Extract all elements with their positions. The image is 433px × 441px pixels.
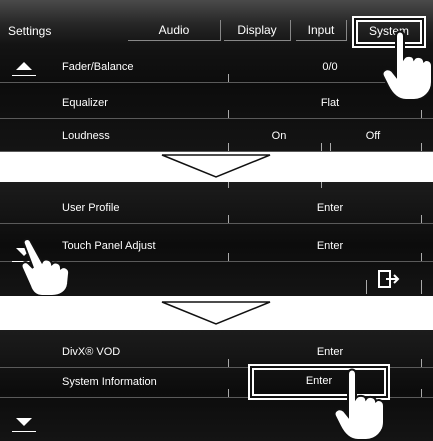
settings-title: Settings xyxy=(8,24,52,38)
tab-display[interactable]: Display xyxy=(224,20,291,41)
system-information-label: System Information xyxy=(62,376,157,388)
down-arrow-outline-icon xyxy=(161,301,271,325)
settings-panel-user-touch: User Profile Enter Touch Panel Adjust En… xyxy=(0,182,433,296)
row-divider xyxy=(421,359,422,367)
divx-vod-row[interactable]: DivX® VOD Enter xyxy=(0,338,433,368)
row-divider xyxy=(321,182,322,188)
row-divider xyxy=(228,215,229,223)
row-divider xyxy=(421,280,422,294)
row-divider xyxy=(228,74,229,82)
down-arrow-outline-icon xyxy=(161,154,271,178)
tab-bar: Settings Audio Display Input System xyxy=(0,0,433,44)
loudness-off-button[interactable]: Off xyxy=(328,130,418,142)
fader-balance-row[interactable]: Fader/Balance 0/0 xyxy=(0,53,433,83)
divx-vod-label: DivX® VOD xyxy=(62,346,121,358)
equalizer-row[interactable]: Equalizer Flat xyxy=(0,89,433,119)
touch-panel-adjust-enter-button[interactable]: Enter xyxy=(240,240,420,252)
row-divider xyxy=(228,359,229,367)
row-divider xyxy=(228,143,229,151)
user-profile-row[interactable]: User Profile Enter xyxy=(0,194,433,224)
row-divider xyxy=(421,215,422,223)
row-divider xyxy=(366,280,367,294)
row-divider xyxy=(228,182,229,188)
loudness-on-button[interactable]: On xyxy=(234,130,324,142)
row-divider xyxy=(421,110,422,118)
row-divider xyxy=(421,143,422,151)
tab-input-label: Input xyxy=(307,23,335,37)
pointing-hand-icon xyxy=(20,238,71,296)
user-profile-enter-button[interactable]: Enter xyxy=(240,202,420,214)
triangle-down-icon xyxy=(16,418,32,426)
row-divider xyxy=(330,143,331,151)
tab-audio[interactable]: Audio xyxy=(128,20,221,41)
row-divider xyxy=(321,143,322,151)
row-divider xyxy=(228,110,229,118)
fader-balance-label: Fader/Balance xyxy=(62,61,134,73)
user-profile-label: User Profile xyxy=(62,202,120,214)
row-divider xyxy=(228,253,229,261)
equalizer-label: Equalizer xyxy=(62,97,108,109)
exit-icon[interactable] xyxy=(378,270,400,288)
loudness-row[interactable]: Loudness On Off xyxy=(0,122,433,152)
row-divider xyxy=(421,253,422,261)
row-divider xyxy=(421,389,422,397)
scroll-down-button-2[interactable] xyxy=(12,414,36,432)
pointing-hand-icon xyxy=(382,30,433,100)
loudness-label: Loudness xyxy=(62,130,110,142)
tab-input[interactable]: Input xyxy=(296,20,347,41)
pointing-hand-icon xyxy=(333,368,385,440)
row-divider xyxy=(228,389,229,397)
tab-display-label: Display xyxy=(237,23,277,37)
settings-panel-divx-sysinfo: DivX® VOD Enter System Information Enter xyxy=(0,330,433,441)
scroll-down-underline xyxy=(12,431,36,432)
tab-audio-label: Audio xyxy=(158,23,190,37)
divx-vod-enter-button[interactable]: Enter xyxy=(240,346,420,358)
settings-panel-audio-system: Settings Audio Display Input System Fade… xyxy=(0,0,433,152)
